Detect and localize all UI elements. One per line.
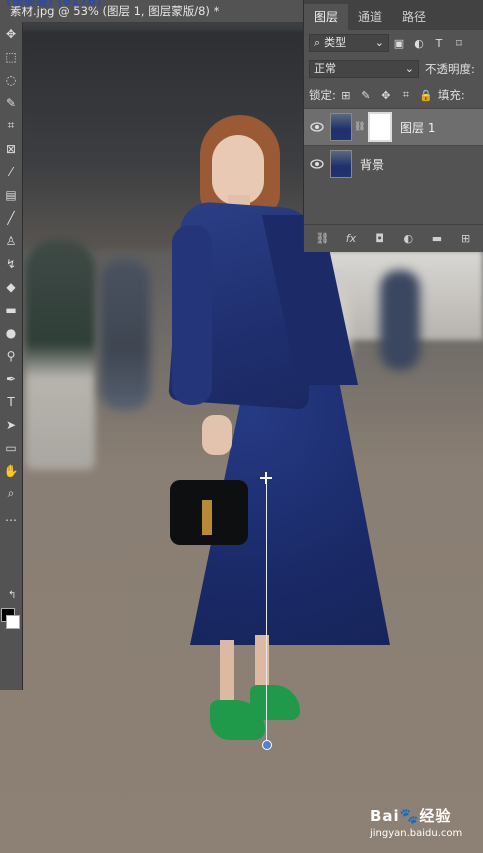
layer-name[interactable]: 背景 <box>360 156 384 173</box>
tab-layers[interactable]: 图层 <box>304 4 349 30</box>
chevron-down-icon: ⌄ <box>404 62 414 75</box>
gradient-guide-line <box>266 478 267 745</box>
healing-brush-icon[interactable]: ▤ <box>0 183 22 206</box>
visibility-eye-icon[interactable] <box>304 159 330 169</box>
hand <box>202 415 232 455</box>
move-icon[interactable]: ✥ <box>0 22 22 45</box>
lasso-icon[interactable]: ◌ <box>0 68 22 91</box>
blend-mode-select[interactable]: 正常 ⌄ <box>309 60 419 78</box>
brush-icon[interactable]: ╱ <box>0 206 22 229</box>
layer-thumbnail <box>330 113 352 141</box>
new-layer-icon[interactable]: ⊞ <box>457 232 475 245</box>
lock-position-icon[interactable]: ✥ <box>376 86 396 104</box>
background-person <box>25 240 95 470</box>
mask-link-icon[interactable]: ⛓ <box>354 122 365 132</box>
frame-icon[interactable]: ⊠ <box>0 137 22 160</box>
tab-channels[interactable]: 通道 <box>348 4 392 30</box>
background-person <box>100 260 150 410</box>
quick-select-icon[interactable]: ✎ <box>0 91 22 114</box>
arm <box>172 225 212 405</box>
filter-type-icon[interactable]: T <box>429 34 449 52</box>
adjustment-icon[interactable]: ◐ <box>399 232 417 245</box>
folder-icon[interactable]: ▬ <box>428 232 446 245</box>
watermark-url: jingyan.baidu.com <box>370 828 463 839</box>
opacity-label: 不透明度: <box>425 62 475 76</box>
crop-icon[interactable]: ⌗ <box>0 114 22 137</box>
marquee-icon[interactable]: ⬚ <box>0 45 22 68</box>
path-select-icon[interactable]: ➤ <box>0 413 22 436</box>
filter-adjustment-icon[interactable]: ◐ <box>409 34 429 52</box>
layer-row[interactable]: 背景 <box>304 145 483 182</box>
lock-transparent-icon[interactable]: ⊞ <box>336 86 356 104</box>
blend-mode-value: 正常 <box>314 62 336 75</box>
history-brush-icon[interactable]: ↯ <box>0 252 22 275</box>
lock-label: 锁定: <box>309 88 336 102</box>
dodge-icon[interactable]: ⚲ <box>0 344 22 367</box>
blend-row: 正常 ⌄ 不透明度: <box>304 56 483 82</box>
layers-panel: 图层 通道 路径 ⌕ 类型 ⌄ ▣ ◐ T ⌑ 正常 ⌄ 不透明度: 锁定: ⊞… <box>303 0 483 252</box>
type-icon[interactable]: T <box>0 390 22 413</box>
baidu-watermark: Bai🐾经验 jingyan.baidu.com <box>370 805 480 845</box>
hand-icon[interactable]: ✋ <box>0 459 22 482</box>
overlap-caption: (快捷键) (6176) <box>6 0 102 8</box>
background-color-swatch[interactable] <box>6 615 20 629</box>
link-icon[interactable]: ⛓ <box>313 232 331 245</box>
layer-mask-thumbnail[interactable] <box>368 112 392 142</box>
lock-artboard-icon[interactable]: ⌗ <box>396 86 416 104</box>
lock-all-icon[interactable]: 🔒 <box>416 86 436 104</box>
swap-colors-icon[interactable]: ↰ <box>8 590 20 602</box>
handbag-clasp <box>202 500 212 535</box>
blur-icon[interactable]: ● <box>0 321 22 344</box>
eraser-icon[interactable]: ◆ <box>0 275 22 298</box>
watermark-brand: Bai🐾经验 <box>370 807 452 825</box>
filter-shape-icon[interactable]: ⌑ <box>449 34 469 52</box>
gradient-icon[interactable]: ▬ <box>0 298 22 321</box>
tools-panel: ✥ ⬚ ◌ ✎ ⌗ ⊠ ⁄ ▤ ╱ ♙ ↯ ◆ ▬ ● ⚲ ✒ T ➤ ▭ ✋ … <box>0 22 23 690</box>
clone-stamp-icon[interactable]: ♙ <box>0 229 22 252</box>
document-tab-title[interactable]: (快捷键) (6176) 素材.jpg @ 53% (图层 1, 图层蒙版/8)… <box>0 0 303 22</box>
lock-image-icon[interactable]: ✎ <box>356 86 376 104</box>
layer-thumbnail <box>330 150 352 178</box>
eyedropper-icon[interactable]: ⁄ <box>0 160 22 183</box>
green-shoe <box>250 685 300 720</box>
search-icon: ⌕ <box>314 36 321 49</box>
chevron-down-icon: ⌄ <box>374 36 384 49</box>
fill-label: 填充: <box>437 88 465 102</box>
layers-panel-footer: ⛓ fx ◘ ◐ ▬ ⊞ <box>304 224 483 252</box>
zoom-icon[interactable]: ⌕ <box>0 482 22 505</box>
more-icon[interactable]: … <box>0 505 22 528</box>
pen-icon[interactable]: ✒ <box>0 367 22 390</box>
filter-kind-select[interactable]: ⌕ 类型 ⌄ <box>309 34 389 52</box>
filter-kind-value: 类型 <box>324 36 347 49</box>
tab-paths[interactable]: 路径 <box>392 4 436 30</box>
gradient-start-crosshair-icon[interactable] <box>260 472 272 484</box>
add-mask-icon[interactable]: ◘ <box>371 232 389 245</box>
fx-icon[interactable]: fx <box>342 232 360 245</box>
filter-row: ⌕ 类型 ⌄ ▣ ◐ T ⌑ <box>304 30 483 56</box>
leg <box>220 640 234 700</box>
visibility-eye-icon[interactable] <box>304 122 330 132</box>
filter-pixel-icon[interactable]: ▣ <box>389 34 409 52</box>
gradient-end-handle[interactable] <box>262 740 272 750</box>
rectangle-icon[interactable]: ▭ <box>0 436 22 459</box>
layer-name[interactable]: 图层 1 <box>400 119 435 136</box>
panel-tabs: 图层 通道 路径 <box>304 0 483 30</box>
layer-row[interactable]: ⛓ 图层 1 <box>304 108 483 145</box>
lock-row: 锁定: ⊞ ✎ ✥ ⌗ 🔒 填充: <box>304 82 483 108</box>
